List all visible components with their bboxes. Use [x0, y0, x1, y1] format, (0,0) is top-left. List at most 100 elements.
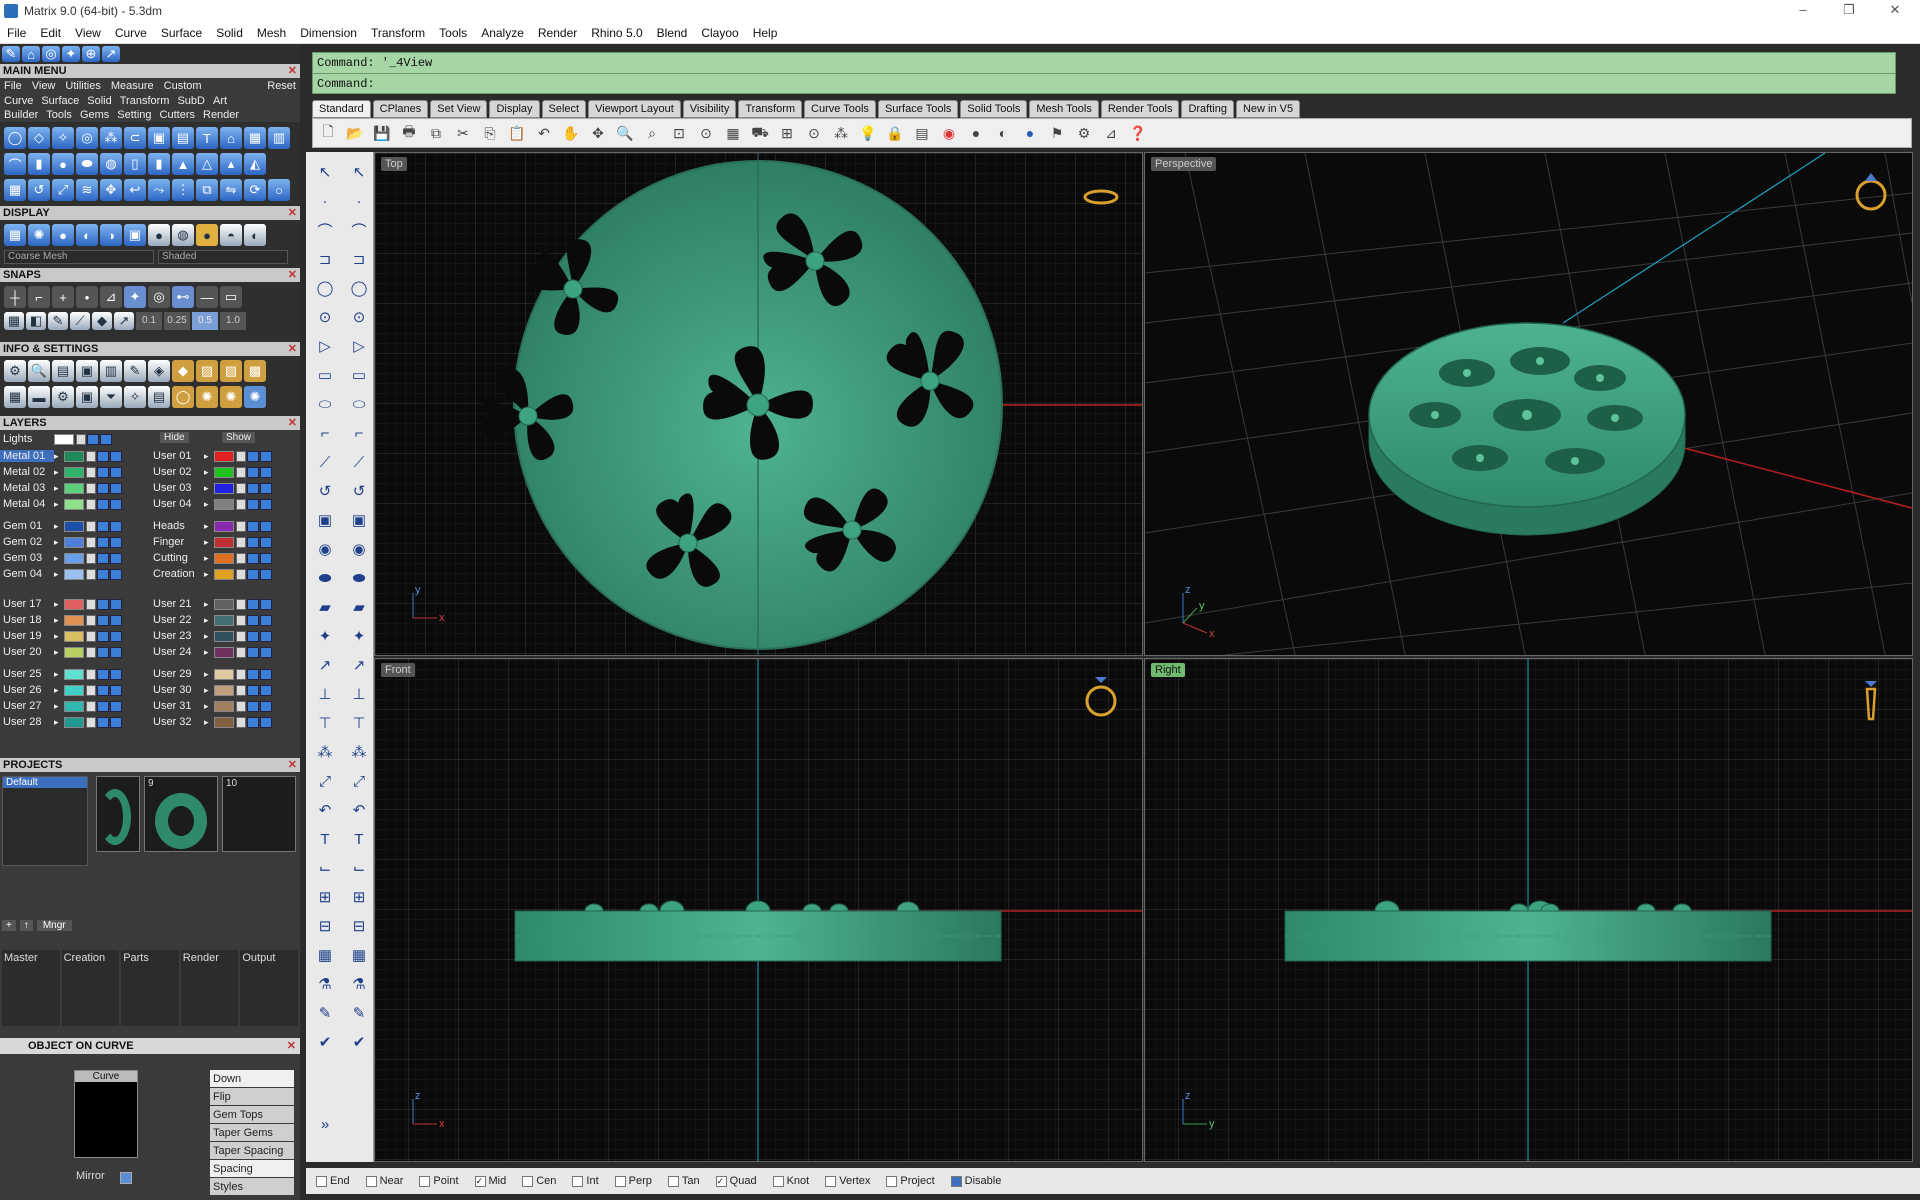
side-tool-icon[interactable]: ⟋ [346, 450, 372, 474]
osnap-toggle[interactable]: Perp [614, 1175, 652, 1187]
flow-tool-icon[interactable]: ≋ [76, 179, 98, 201]
layer-expand-icon[interactable]: ▸ [204, 669, 214, 680]
layer-color-swatch[interactable] [64, 498, 84, 510]
snap-grid2-icon[interactable]: ▦ [4, 312, 24, 330]
disc-tool-icon[interactable]: ⬬ [76, 153, 98, 175]
osnap-toggle[interactable]: ✓ Mid [474, 1175, 506, 1187]
category-master[interactable]: Master [2, 950, 60, 1026]
layer-color-swatch[interactable] [214, 552, 234, 564]
layer-color-swatch[interactable] [214, 716, 234, 728]
layer-icon[interactable]: ▤ [911, 122, 933, 144]
side-tool-icon[interactable]: ▰ [346, 595, 372, 619]
layer-name[interactable]: User 32 [150, 716, 204, 728]
layer-lock-icon[interactable] [236, 466, 246, 478]
layer-render-icon[interactable] [260, 450, 272, 462]
viewport-label-perspective[interactable]: Perspective [1151, 157, 1217, 171]
toolbar-tab[interactable]: Transform [738, 100, 803, 118]
layer-color-swatch[interactable] [64, 598, 84, 610]
menu-tools[interactable]: Tools [432, 26, 474, 40]
side-tool-icon[interactable]: T [312, 827, 338, 851]
menu-help[interactable]: Help [746, 26, 785, 40]
osnap-toggle[interactable]: ✓ Quad [715, 1175, 757, 1187]
viewport-label-front[interactable]: Front [381, 663, 415, 677]
layer-render-icon[interactable] [110, 716, 122, 728]
display-mode-select[interactable]: Shaded [158, 250, 288, 264]
xray-icon[interactable]: ◑ [100, 224, 122, 246]
menu-solid[interactable]: Solid [209, 26, 250, 40]
layer-lock-icon[interactable] [86, 482, 96, 494]
layer-name[interactable]: User 21 [150, 598, 204, 610]
lock-icon[interactable]: 🔒 [884, 122, 906, 144]
side-tool-icon[interactable]: ✔ [312, 1030, 338, 1054]
copy-icon[interactable]: ⎘ [479, 122, 501, 144]
layer-visible-icon[interactable] [97, 614, 109, 626]
layer-lock-icon[interactable] [86, 552, 96, 564]
side-tool-icon[interactable]: ⤢ [346, 769, 372, 793]
side-tool-icon[interactable]: ▰ [312, 595, 338, 619]
layer-lock-icon[interactable] [86, 684, 96, 696]
close-button[interactable]: ✕ [1872, 0, 1918, 22]
layer-render-icon[interactable] [260, 668, 272, 680]
layer-name[interactable]: User 31 [150, 700, 204, 712]
curve-preview[interactable]: Curve [74, 1070, 138, 1158]
export-icon[interactable]: ⧉ [425, 122, 447, 144]
layer-color-swatch[interactable] [64, 646, 84, 658]
toolbar-tab[interactable]: Surface Tools [877, 100, 959, 118]
layer-lock-icon[interactable] [236, 498, 246, 510]
layer-name[interactable]: Finger [150, 536, 204, 548]
layer-render-icon[interactable] [260, 482, 272, 494]
layer-name[interactable]: User 27 [0, 700, 54, 712]
layer-lock-icon[interactable] [86, 568, 96, 580]
toolbar-tab[interactable]: Visibility [682, 100, 737, 118]
layer-visible-icon[interactable] [247, 450, 259, 462]
checkbox-icon[interactable] [572, 1175, 584, 1187]
layer-color-swatch[interactable] [64, 630, 84, 642]
layer-color-swatch[interactable] [214, 614, 234, 626]
layer-visible-icon[interactable] [97, 482, 109, 494]
maximize-button[interactable]: ❐ [1826, 0, 1872, 22]
layer-color-swatch[interactable] [64, 466, 84, 478]
ooc-option[interactable]: Taper Gems [210, 1124, 294, 1141]
bezel-tool-icon[interactable]: ◎ [76, 127, 98, 149]
side-tool-icon[interactable]: ✦ [312, 624, 338, 648]
mm-custom[interactable]: Custom [164, 80, 202, 92]
layer-expand-icon[interactable]: ▸ [204, 569, 214, 580]
snap-value-1-0[interactable]: 1.0 [220, 312, 246, 330]
layer-render-icon[interactable] [260, 520, 272, 532]
circle-tool-icon[interactable]: ○ [268, 179, 290, 201]
wireframe-icon[interactable]: ▦ [4, 224, 26, 246]
snap-osnap-icon[interactable]: ✦ [124, 286, 146, 308]
layer-lock-icon[interactable] [236, 598, 246, 610]
snap-line-icon[interactable]: — [196, 286, 218, 308]
grid-tool-icon[interactable]: ▦ [4, 179, 26, 201]
layer-lock-icon[interactable] [86, 598, 96, 610]
mm-file[interactable]: File [4, 80, 22, 92]
mm-tools[interactable]: Tools [46, 109, 72, 121]
side-tool-icon[interactable]: · [312, 189, 338, 213]
menu-render[interactable]: Render [531, 26, 584, 40]
side-tool-icon[interactable]: ▭ [312, 363, 338, 387]
edit-icon[interactable]: ✎ [124, 360, 146, 382]
toolbar-tab[interactable]: Set View [430, 100, 488, 118]
layer-expand-icon[interactable]: ▸ [204, 537, 214, 548]
pan-icon[interactable]: ✋ [560, 122, 582, 144]
quick-tool-icon[interactable]: ↗ [102, 46, 120, 62]
snap-diamond-icon[interactable]: ◆ [92, 312, 112, 330]
layer-render-icon[interactable] [260, 552, 272, 564]
side-tool-icon[interactable]: ◯ [346, 276, 372, 300]
zoom-selected-icon[interactable]: ⊙ [695, 122, 717, 144]
layer-expand-icon[interactable]: ▸ [204, 521, 214, 532]
layer-expand-icon[interactable]: ▸ [204, 717, 214, 728]
line-info-icon[interactable]: ▬ [28, 386, 50, 408]
layer-expand-icon[interactable]: ▸ [54, 615, 64, 626]
add-project-button[interactable]: + [2, 920, 16, 931]
toolbar-tab[interactable]: Display [489, 100, 540, 118]
layer-name[interactable]: User 04 [150, 498, 204, 510]
mm-art[interactable]: Art [213, 95, 227, 107]
mm-utilities[interactable]: Utilities [65, 80, 100, 92]
side-tool-icon[interactable]: ▷ [312, 334, 338, 358]
layer-visible-icon[interactable] [97, 536, 109, 548]
layer-expand-icon[interactable]: ▸ [204, 701, 214, 712]
cut-icon[interactable]: ✂ [452, 122, 474, 144]
layer-visible-icon[interactable] [97, 568, 109, 580]
